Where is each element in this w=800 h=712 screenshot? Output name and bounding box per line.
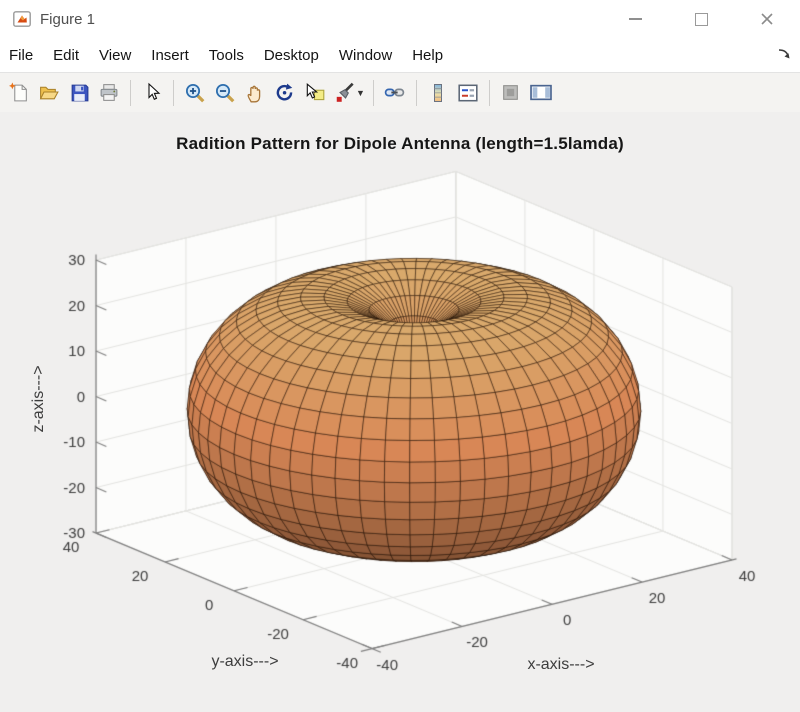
figure-toolbar: ▼ — [0, 73, 800, 113]
y-axis-label: y-axis---> — [180, 653, 310, 671]
menu-edit[interactable]: Edit — [43, 39, 89, 72]
print-figure-button[interactable] — [96, 79, 122, 107]
zoom-out-button[interactable] — [212, 79, 238, 107]
toolbar-separator — [416, 80, 417, 106]
plot-title: Radition Pattern for Dipole Antenna (len… — [0, 134, 800, 154]
close-icon — [760, 12, 774, 26]
window-titlebar: Figure 1 — [0, 0, 800, 38]
menu-view[interactable]: View — [89, 39, 141, 72]
minimize-icon — [629, 18, 642, 20]
new-figure-button[interactable] — [6, 79, 32, 107]
maximize-button[interactable] — [668, 0, 734, 38]
save-figure-button[interactable] — [66, 79, 92, 107]
maximize-icon — [695, 13, 708, 26]
menu-file[interactable]: File — [0, 39, 43, 72]
minimize-button[interactable] — [602, 0, 668, 38]
hide-plot-tools-button[interactable] — [498, 79, 524, 107]
figure-canvas-area: Radition Pattern for Dipole Antenna (len… — [0, 112, 800, 712]
save-figure-icon — [69, 82, 90, 103]
menu-tools[interactable]: Tools — [199, 39, 254, 72]
menu-bar: File Edit View Insert Tools Desktop Wind… — [0, 38, 800, 73]
toolbar-separator — [130, 80, 131, 106]
close-button[interactable] — [734, 0, 800, 38]
insert-colorbar-icon — [428, 82, 448, 104]
link-plot-icon — [383, 82, 406, 103]
insert-legend-icon — [457, 82, 479, 104]
data-cursor-button[interactable] — [302, 79, 328, 107]
matlab-figure-icon — [13, 11, 31, 27]
pan-button[interactable] — [242, 79, 268, 107]
open-file-icon — [38, 82, 60, 103]
edit-plot-cursor-icon — [142, 82, 162, 103]
z-axis-label: z-axis---> — [30, 344, 48, 454]
zoom-out-icon — [214, 82, 236, 104]
toolbar-separator — [489, 80, 490, 106]
zoom-in-icon — [184, 82, 206, 104]
toolbar-separator — [373, 80, 374, 106]
link-plot-button[interactable] — [382, 79, 408, 107]
rotate-3d-icon — [274, 82, 296, 104]
insert-colorbar-button[interactable] — [425, 79, 451, 107]
menu-window[interactable]: Window — [329, 39, 402, 72]
menu-desktop[interactable]: Desktop — [254, 39, 329, 72]
pan-hand-icon — [244, 82, 266, 104]
edit-plot-button[interactable] — [139, 79, 165, 107]
show-plot-tools-button[interactable] — [528, 79, 554, 107]
insert-legend-button[interactable] — [455, 79, 481, 107]
hide-plot-tools-icon — [500, 82, 521, 103]
brush-icon — [334, 82, 356, 104]
toolbar-separator — [173, 80, 174, 106]
print-icon — [98, 82, 120, 103]
open-file-button[interactable] — [36, 79, 62, 107]
menu-insert[interactable]: Insert — [141, 39, 199, 72]
rotate-3d-button[interactable] — [272, 79, 298, 107]
show-plot-tools-icon — [529, 82, 553, 103]
brush-dropdown-caret[interactable]: ▼ — [356, 88, 365, 98]
plot-canvas[interactable] — [0, 112, 800, 712]
x-axis-label: x-axis---> — [496, 656, 626, 674]
zoom-in-button[interactable] — [182, 79, 208, 107]
new-figure-icon — [9, 82, 30, 103]
menu-help[interactable]: Help — [402, 39, 453, 72]
brush-data-button[interactable] — [332, 79, 358, 107]
window-title: Figure 1 — [40, 11, 95, 28]
dock-figure-arrow-icon[interactable] — [777, 47, 792, 66]
data-cursor-icon — [304, 82, 326, 104]
